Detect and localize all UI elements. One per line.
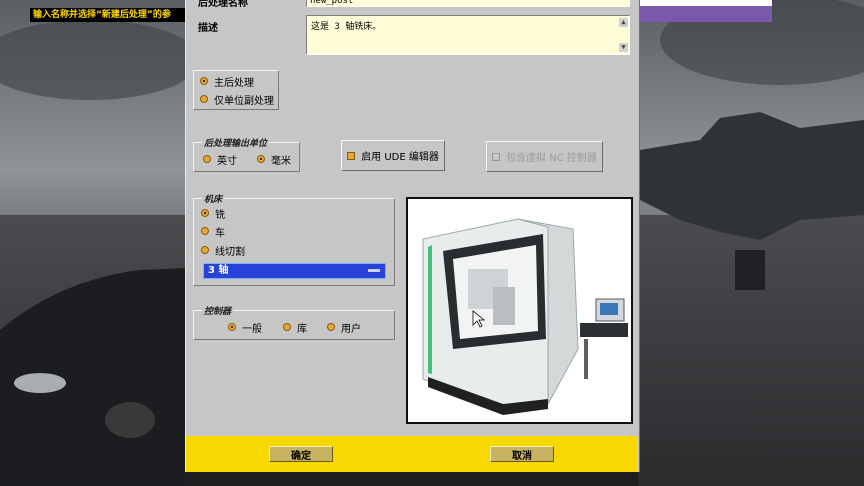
radio-icon (327, 323, 335, 331)
radio-icon (228, 323, 236, 331)
ok-button[interactable]: 确定 (269, 446, 333, 462)
radio-label: 铣 (215, 209, 225, 221)
radio-label: 主后处理 (214, 77, 254, 89)
radio-label: 毫米 (271, 155, 291, 167)
hint-banner: 输入名称并选择“新建后处理”的参 (30, 8, 189, 22)
cnc-machine-illustration (408, 199, 631, 422)
postprocessor-name-value: new_post (310, 0, 354, 6)
radio-library[interactable]: 库 (283, 320, 307, 335)
axis-dropdown-value: 3 轴 (208, 265, 229, 276)
dialog-footer (186, 436, 638, 472)
radio-icon (283, 323, 291, 331)
checkbox-icon (492, 152, 501, 161)
radio-label: 库 (297, 323, 307, 335)
checkbox-icon (347, 151, 356, 160)
radio-icon (201, 209, 209, 217)
description-textarea[interactable]: 这是 3 轴铣床。 ▲ ▼ (306, 15, 630, 55)
down-arrow-icon[interactable]: ▼ (619, 43, 628, 52)
postprocessor-name-input[interactable]: new_post (306, 0, 630, 7)
radio-mm[interactable]: 毫米 (257, 152, 291, 167)
virtual-nc-label: 包含虚拟 NC 控制器 (506, 153, 597, 164)
description-value: 这是 3 轴铣床。 (311, 22, 382, 32)
machine-title: 机床 (202, 192, 225, 205)
output-unit-title: 后处理输出单位 (202, 136, 270, 149)
radio-label: 线切割 (215, 246, 245, 258)
radio-icon (200, 77, 208, 85)
dropdown-bar-icon (368, 269, 380, 272)
radio-user[interactable]: 用户 (327, 320, 361, 335)
radio-label: 一般 (242, 323, 262, 335)
radio-icon (200, 95, 208, 103)
radio-inch[interactable]: 英寸 (203, 152, 237, 167)
axis-dropdown[interactable]: 3 轴 (203, 263, 386, 279)
radio-icon (203, 155, 211, 163)
postprocessor-name-label: 后处理名称 (198, 0, 248, 9)
radio-icon (201, 227, 209, 235)
cancel-button[interactable]: 取消 (490, 446, 554, 462)
radio-label: 英寸 (217, 155, 237, 167)
radio-lathe[interactable]: 车 (201, 224, 225, 239)
enable-ude-editor-toggle[interactable]: 启用 UDE 编辑器 (341, 140, 445, 171)
up-arrow-icon[interactable]: ▲ (619, 18, 628, 27)
radio-label: 仅单位副处理 (214, 95, 274, 107)
description-label: 描述 (198, 23, 218, 34)
radio-generic[interactable]: 一般 (228, 320, 262, 335)
radio-label: 车 (215, 227, 225, 239)
machine-preview-image (406, 197, 633, 424)
ude-editor-label: 启用 UDE 编辑器 (361, 152, 439, 163)
radio-icon (201, 246, 209, 254)
background-window-edge (638, 0, 772, 22)
radio-unit-subpost[interactable]: 仅单位副处理 (200, 92, 274, 107)
include-virtual-nc-toggle[interactable]: 包含虚拟 NC 控制器 (486, 141, 603, 172)
radio-main-post[interactable]: 主后处理 (200, 74, 254, 89)
radio-label: 用户 (341, 323, 361, 335)
radio-icon (257, 155, 265, 163)
radio-wire-edm[interactable]: 线切割 (201, 243, 245, 258)
taskbar-edge (186, 472, 638, 486)
controller-title: 控制器 (202, 304, 234, 317)
radio-mill[interactable]: 铣 (201, 206, 225, 221)
